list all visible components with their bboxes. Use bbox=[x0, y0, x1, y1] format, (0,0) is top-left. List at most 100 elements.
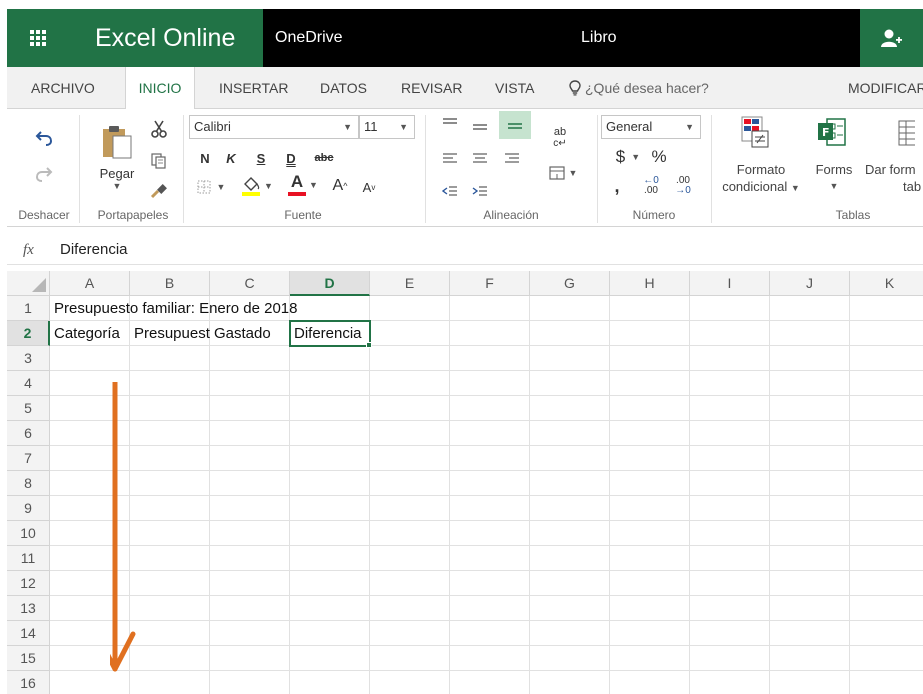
column-header-g[interactable]: G bbox=[530, 271, 610, 296]
copy-button[interactable] bbox=[147, 149, 171, 173]
column-header-k[interactable]: K bbox=[850, 271, 923, 296]
formula-input[interactable]: Diferencia bbox=[60, 235, 128, 265]
forms-icon-wrap[interactable]: F bbox=[815, 113, 849, 151]
group-label-alignment: Alineación bbox=[483, 208, 539, 222]
paint-bucket-icon bbox=[242, 177, 261, 196]
format-table-label-2: tab bbox=[903, 179, 922, 194]
tell-me-search[interactable]: ¿Qué desea hacer? bbox=[569, 67, 709, 109]
italic-button[interactable]: K bbox=[221, 147, 241, 169]
grow-font-button[interactable]: A ^ bbox=[327, 173, 353, 199]
app-launcher-button[interactable] bbox=[7, 9, 69, 67]
row-header-13[interactable]: 13 bbox=[7, 596, 50, 621]
conditional-format-icon-wrap[interactable] bbox=[735, 113, 775, 151]
column-header-e[interactable]: E bbox=[370, 271, 450, 296]
tab-archivo[interactable]: ARCHIVO bbox=[31, 67, 95, 109]
tab-revisar[interactable]: REVISAR bbox=[401, 67, 462, 109]
column-header-h[interactable]: H bbox=[610, 271, 690, 296]
paste-button[interactable]: Pegar ▼ bbox=[95, 115, 139, 199]
row-header-14[interactable]: 14 bbox=[7, 621, 50, 646]
redo-button[interactable] bbox=[29, 159, 59, 189]
row-header-11[interactable]: 11 bbox=[7, 546, 50, 571]
group-label-number: Número bbox=[632, 208, 676, 222]
align-middle-button[interactable] bbox=[469, 115, 491, 139]
currency-format-button[interactable]: $ ▼ bbox=[607, 145, 649, 169]
align-top-icon bbox=[443, 118, 457, 124]
row-header-15[interactable]: 15 bbox=[7, 646, 50, 671]
fx-icon[interactable]: fx bbox=[23, 235, 34, 265]
tab-insertar[interactable]: INSERTAR bbox=[219, 67, 289, 109]
increase-indent-button[interactable] bbox=[469, 179, 491, 203]
font-color-button[interactable]: A ▼ bbox=[283, 171, 323, 199]
onedrive-link[interactable]: OneDrive bbox=[275, 9, 343, 67]
row-header-5[interactable]: 5 bbox=[7, 396, 50, 421]
font-name-select[interactable]: Calibri ▼ bbox=[189, 115, 359, 139]
decrease-decimal-button[interactable]: .00 →0 bbox=[669, 173, 697, 199]
wrap-text-button[interactable]: ab c↵ bbox=[547, 121, 573, 155]
row-header-2[interactable]: 2 bbox=[7, 321, 50, 346]
align-center-button[interactable] bbox=[469, 147, 491, 171]
percent-format-button[interactable]: % bbox=[647, 145, 671, 169]
conditional-format-button[interactable]: Formato condicional ▼ bbox=[713, 161, 809, 197]
forms-button[interactable]: Forms ▼ bbox=[807, 161, 861, 195]
fill-handle[interactable] bbox=[366, 342, 372, 348]
wrap-text-icon: ab bbox=[553, 126, 567, 138]
align-top-button[interactable] bbox=[439, 111, 461, 135]
tab-modificar[interactable]: MODIFICAR bbox=[848, 67, 923, 109]
row-header-12[interactable]: 12 bbox=[7, 571, 50, 596]
table-icon bbox=[898, 120, 915, 146]
decrease-indent-button[interactable] bbox=[439, 179, 461, 203]
number-format-select[interactable]: General ▼ bbox=[601, 115, 701, 139]
comma-format-button[interactable]: , bbox=[607, 173, 627, 199]
column-header-d[interactable]: D bbox=[290, 271, 370, 296]
cell-c2[interactable]: Gastado bbox=[210, 321, 290, 346]
tab-vista[interactable]: VISTA bbox=[495, 67, 534, 109]
row-header-8[interactable]: 8 bbox=[7, 471, 50, 496]
bold-button[interactable]: N bbox=[195, 147, 215, 169]
select-all-icon bbox=[32, 278, 46, 292]
tab-datos[interactable]: DATOS bbox=[320, 67, 367, 109]
row-header-9[interactable]: 9 bbox=[7, 496, 50, 521]
format-table-icon-wrap[interactable] bbox=[895, 113, 923, 151]
font-size-select[interactable]: 11 ▼ bbox=[359, 115, 415, 139]
merge-cells-button[interactable]: ▼ bbox=[545, 161, 581, 185]
row-header-4[interactable]: 4 bbox=[7, 371, 50, 396]
undo-button[interactable] bbox=[29, 123, 59, 153]
cell-b2[interactable]: Presupuesto bbox=[130, 321, 210, 346]
row-header-1[interactable]: 1 bbox=[7, 296, 50, 321]
row-header-3[interactable]: 3 bbox=[7, 346, 50, 371]
format-as-table-button[interactable]: Dar form tab bbox=[865, 161, 923, 195]
lightbulb-icon bbox=[569, 80, 581, 96]
shrink-font-button[interactable]: Av bbox=[357, 175, 381, 199]
cell-a2[interactable]: Categoría bbox=[50, 321, 130, 346]
cell-area[interactable]: Presupuesto familiar: Enero de 2018 Cate… bbox=[50, 296, 923, 694]
column-header-f[interactable]: F bbox=[450, 271, 530, 296]
column-header-b[interactable]: B bbox=[130, 271, 210, 296]
document-name[interactable]: Libro bbox=[581, 9, 617, 67]
share-button[interactable] bbox=[860, 9, 923, 67]
chevron-down-icon: ▼ bbox=[216, 182, 226, 192]
cut-button[interactable] bbox=[147, 117, 171, 141]
tab-inicio[interactable]: INICIO bbox=[125, 67, 195, 110]
column-header-i[interactable]: I bbox=[690, 271, 770, 296]
borders-button[interactable]: ▼ bbox=[193, 175, 229, 199]
cell-a1[interactable]: Presupuesto familiar: Enero de 2018 bbox=[50, 296, 370, 321]
increase-decimal-button[interactable]: ←0.00 bbox=[637, 173, 665, 199]
double-underline-button[interactable]: D bbox=[281, 147, 301, 169]
format-painter-button[interactable] bbox=[147, 179, 171, 203]
row-header-16[interactable]: 16 bbox=[7, 671, 50, 694]
align-left-button[interactable] bbox=[439, 147, 461, 171]
select-all-button[interactable] bbox=[7, 271, 50, 296]
align-right-button[interactable] bbox=[501, 147, 523, 171]
column-header-a[interactable]: A bbox=[50, 271, 130, 296]
app-name[interactable]: Excel Online bbox=[69, 9, 263, 67]
align-bottom-button[interactable] bbox=[499, 111, 531, 139]
fill-color-button[interactable]: ▼ bbox=[235, 173, 279, 199]
strikethrough-button[interactable]: abc bbox=[307, 147, 341, 169]
row-header-6[interactable]: 6 bbox=[7, 421, 50, 446]
column-header-c[interactable]: C bbox=[210, 271, 290, 296]
row-header-7[interactable]: 7 bbox=[7, 446, 50, 471]
align-bottom-icon bbox=[508, 123, 522, 129]
column-header-j[interactable]: J bbox=[770, 271, 850, 296]
underline-button[interactable]: S bbox=[251, 147, 271, 169]
row-header-10[interactable]: 10 bbox=[7, 521, 50, 546]
